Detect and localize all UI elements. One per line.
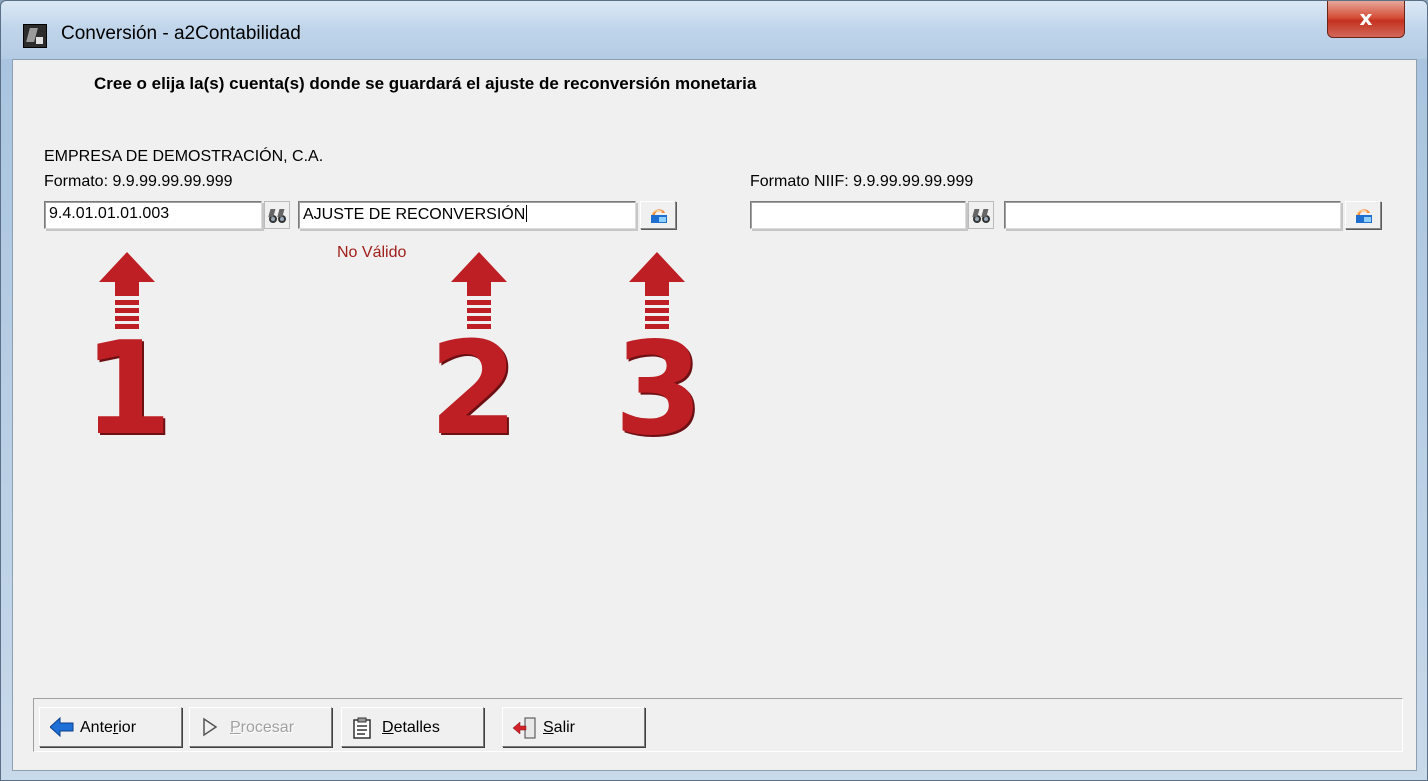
account-format-label: Formato: 9.9.99.99.99.999	[44, 173, 233, 190]
validation-message: No Válido	[337, 244, 407, 261]
previous-button-label: Anterior	[80, 719, 137, 736]
company-name: EMPRESA DE DEMOSTRACIÓN, C.A.	[44, 148, 324, 165]
create-niif-account-button[interactable]	[1345, 201, 1381, 229]
annotation-number-1: 1	[83, 315, 173, 464]
arrow-left-icon	[50, 717, 74, 737]
page-heading: Cree o elija la(s) cuenta(s) donde se gu…	[94, 74, 757, 93]
app-icon	[23, 24, 47, 48]
account-name-value: AJUSTE DE RECONVERSIÓN	[303, 206, 526, 223]
process-button[interactable]: Procesar	[189, 707, 332, 747]
binoculars-icon	[268, 209, 286, 223]
annotation-number-3: 3	[614, 315, 704, 464]
dialog-client-area: Cree o elija la(s) cuenta(s) donde se gu…	[12, 59, 1417, 771]
app-window: Conversión - a2Contabilidad x Cree o eli…	[0, 0, 1428, 781]
account-name-input[interactable]: AJUSTE DE RECONVERSIÓN	[298, 201, 636, 229]
exit-button[interactable]: Salir	[502, 707, 645, 747]
account-code-value: 9.4.01.01.01.003	[49, 205, 170, 222]
niif-account-name-input[interactable]	[1004, 201, 1341, 229]
binoculars-icon	[972, 209, 990, 223]
exit-button-label: Salir	[543, 719, 576, 736]
close-button[interactable]: x	[1327, 1, 1405, 38]
details-button[interactable]: Detalles	[341, 707, 484, 747]
niif-format-label: Formato NIIF: 9.9.99.99.99.999	[750, 173, 974, 190]
create-account-icon	[1356, 209, 1372, 223]
title-bar[interactable]: Conversión - a2Contabilidad x	[1, 1, 1427, 59]
niif-account-code-input[interactable]	[750, 201, 966, 229]
create-account-icon	[651, 209, 667, 223]
window-title: Conversión - a2Contabilidad	[61, 23, 301, 44]
previous-button[interactable]: Anterior	[39, 707, 182, 747]
play-icon	[203, 717, 218, 737]
details-button-label: Detalles	[382, 719, 440, 736]
exit-door-icon	[513, 717, 536, 739]
account-code-input[interactable]: 9.4.01.01.01.003	[44, 201, 262, 229]
search-niif-account-button[interactable]	[968, 201, 994, 229]
process-button-label: Procesar	[230, 719, 295, 736]
create-account-button[interactable]	[640, 201, 676, 229]
clipboard-icon	[353, 717, 371, 739]
annotation-number-2: 2	[429, 315, 519, 464]
text-caret	[526, 205, 528, 222]
search-account-button[interactable]	[264, 201, 290, 229]
button-bar: Anterior Procesar Detalles Salir	[33, 698, 1403, 752]
